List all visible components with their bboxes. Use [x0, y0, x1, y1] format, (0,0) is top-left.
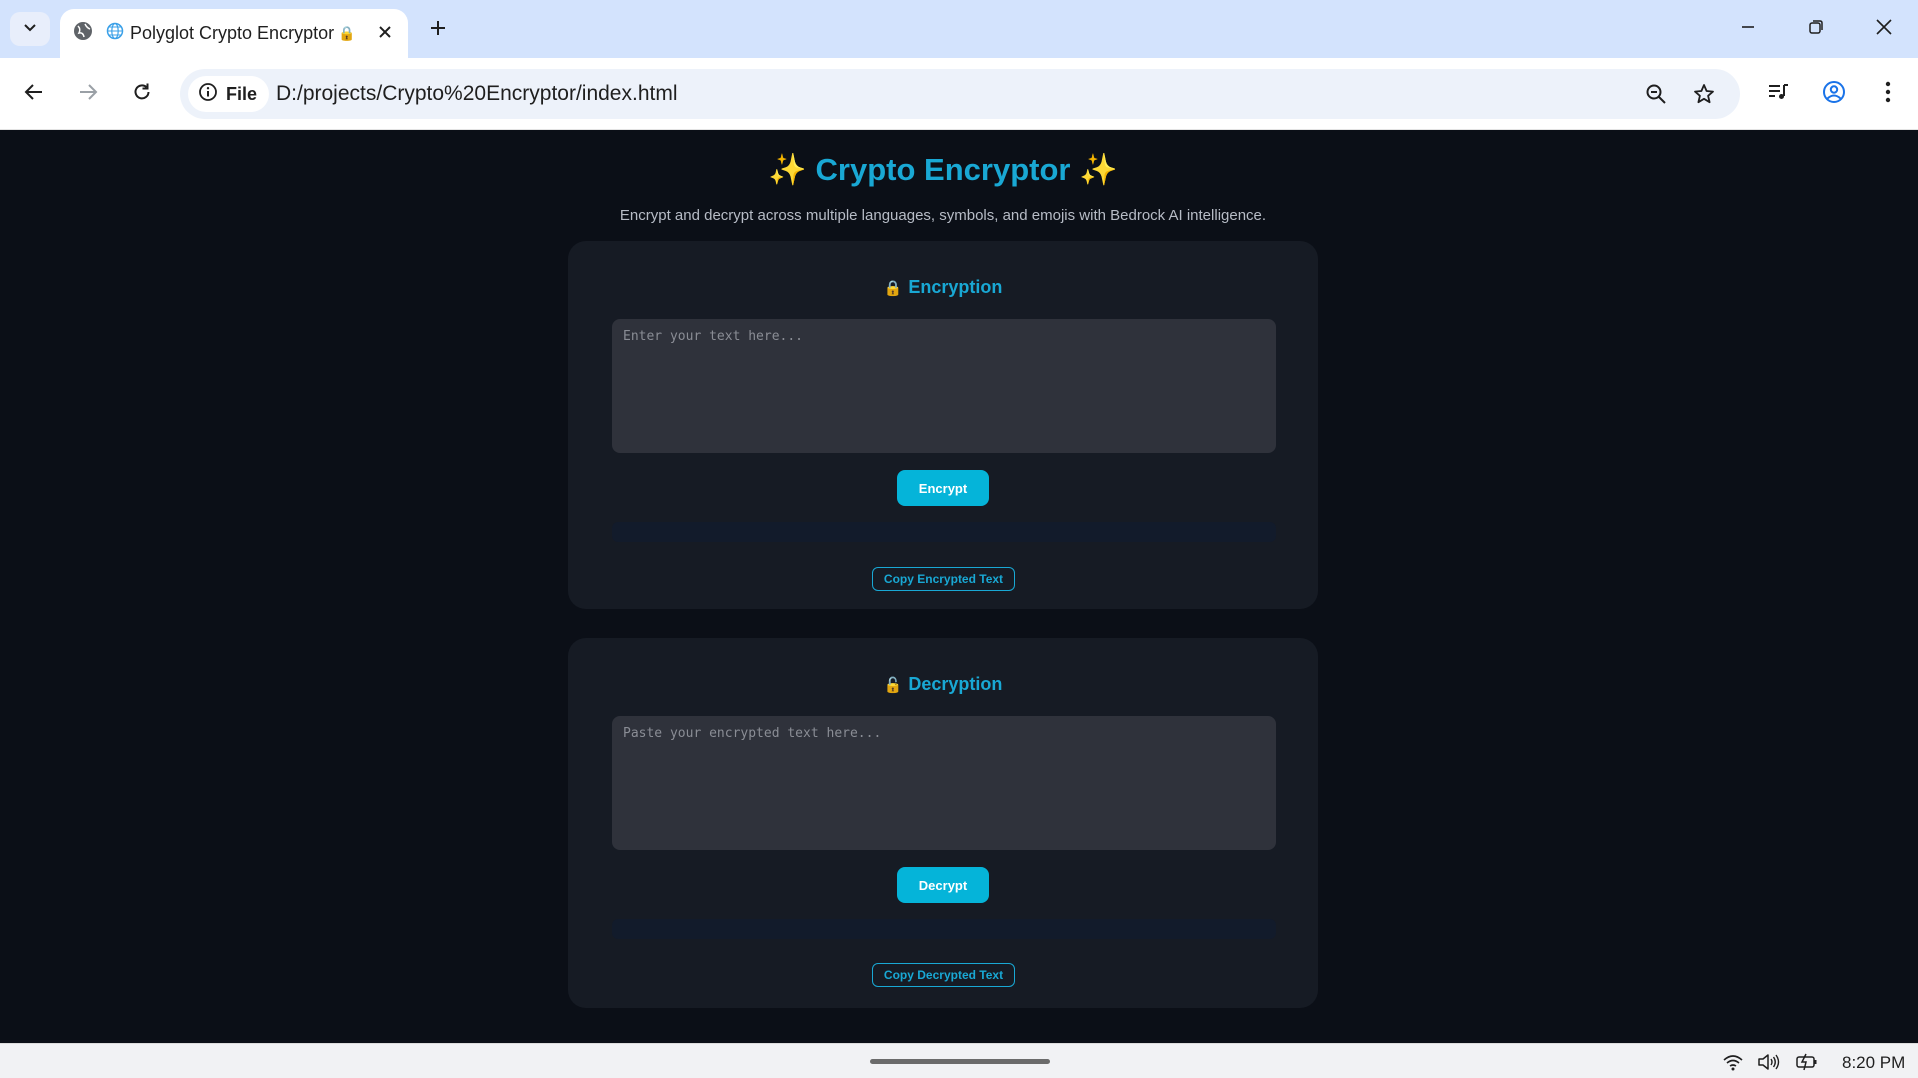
media-controls-button[interactable] — [1758, 74, 1798, 114]
site-info-label: File — [226, 83, 258, 104]
volume-icon[interactable] — [1756, 1050, 1782, 1074]
back-button[interactable] — [14, 74, 54, 114]
forward-button[interactable] — [68, 74, 108, 114]
decrypt-button[interactable]: Decrypt — [897, 867, 989, 903]
address-bar[interactable]: File D:/projects/Crypto%20Encryptor/inde… — [180, 69, 1740, 119]
arrow-left-icon — [24, 82, 44, 107]
browser-menu-button[interactable] — [1868, 74, 1908, 114]
reload-button[interactable] — [122, 74, 162, 114]
encrypted-output — [612, 522, 1276, 542]
arrow-right-icon — [78, 82, 98, 107]
plus-icon — [429, 19, 447, 42]
encryption-heading: 🔒 Encryption — [568, 277, 1318, 298]
decryption-heading: 🔓 Decryption — [568, 674, 1318, 695]
bookmark-button[interactable] — [1684, 76, 1724, 116]
zoom-out-icon — [1645, 83, 1667, 110]
page-info-globe-icon — [72, 20, 94, 47]
decryption-input[interactable] — [612, 716, 1276, 850]
window-minimize-button[interactable] — [1726, 10, 1770, 48]
info-icon — [198, 82, 218, 107]
more-vertical-icon — [1885, 81, 1891, 108]
decryption-card: 🔓 Decryption Decrypt Copy Decrypted Text — [568, 638, 1318, 1008]
avatar-icon — [1822, 80, 1846, 109]
encryption-heading-text: Encryption — [908, 277, 1003, 297]
close-icon — [378, 25, 392, 44]
copy-decrypted-button[interactable]: Copy Decrypted Text — [872, 963, 1015, 987]
restore-icon — [1808, 19, 1824, 40]
window-restore-button[interactable] — [1794, 10, 1838, 48]
copy-encrypted-button[interactable]: Copy Encrypted Text — [872, 567, 1015, 591]
window-close-button[interactable] — [1862, 10, 1906, 48]
tab-title: Polyglot Crypto Encryptor — [130, 23, 335, 43]
profile-button[interactable] — [1814, 74, 1854, 114]
taskbar-clock[interactable]: 8:20 PM — [1842, 1053, 1905, 1073]
battery-charging-icon[interactable] — [1794, 1050, 1820, 1074]
page-title: ✨ Crypto Encryptor ✨ — [768, 152, 1118, 187]
browser-tab-active[interactable]: Polyglot Crypto Encryptor 🔒 — [60, 9, 408, 58]
os-taskbar: 8:20 PM — [0, 1043, 1918, 1078]
encryption-input[interactable] — [612, 319, 1276, 453]
chevron-down-icon — [23, 20, 37, 38]
unlock-icon: 🔓 — [883, 677, 903, 694]
close-icon — [1875, 18, 1893, 41]
tab-close-button[interactable] — [372, 21, 398, 47]
encryption-card: 🔒 Encryption Encrypt Copy Encrypted Text — [568, 241, 1318, 609]
page-content: ✨ Crypto Encryptor ✨ Encrypt and decrypt… — [0, 131, 1918, 1043]
zoom-button[interactable] — [1636, 76, 1676, 116]
page-subtitle: Encrypt and decrypt across multiple lang… — [619, 207, 1267, 224]
browser-tabstrip: Polyglot Crypto Encryptor 🔒 — [0, 0, 1918, 58]
minimize-icon — [1740, 19, 1756, 40]
taskbar-handle[interactable] — [870, 1059, 1050, 1064]
lock-icon: 🔒 — [883, 280, 903, 297]
star-icon — [1693, 83, 1715, 110]
wifi-icon[interactable] — [1720, 1050, 1746, 1074]
tab-search-button[interactable] — [10, 12, 50, 46]
url-text[interactable]: D:/projects/Crypto%20Encryptor/index.htm… — [276, 82, 678, 106]
browser-toolbar: File D:/projects/Crypto%20Encryptor/inde… — [0, 58, 1918, 130]
encrypt-button[interactable]: Encrypt — [897, 470, 989, 506]
music-queue-icon — [1767, 81, 1789, 108]
reload-icon — [132, 82, 152, 107]
lock-icon: 🔒 — [338, 25, 356, 41]
decrypted-output — [612, 919, 1276, 939]
decryption-heading-text: Decryption — [908, 674, 1003, 694]
new-tab-button[interactable] — [420, 14, 456, 46]
globe-icon — [106, 22, 124, 45]
